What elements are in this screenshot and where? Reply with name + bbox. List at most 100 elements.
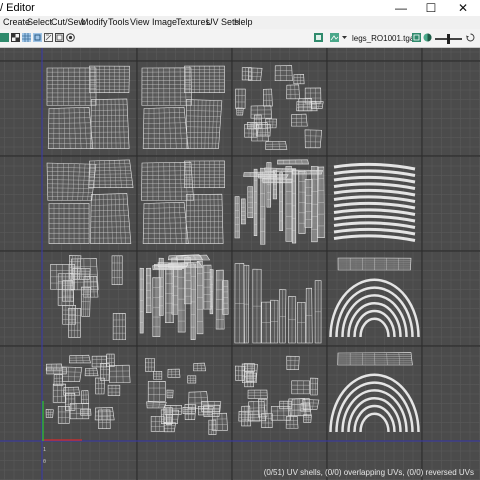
uv-shell <box>298 98 313 112</box>
uv-shell <box>243 264 250 344</box>
uv-shell <box>193 362 207 372</box>
uv-viewport[interactable]: 0 1 (0/51) UV shells, (0/0) overlapping … <box>0 48 480 480</box>
uv-shell <box>252 268 262 344</box>
uv-shell <box>167 368 181 378</box>
isolate-icon[interactable] <box>44 33 53 42</box>
exposure-slider-handle[interactable] <box>447 34 450 44</box>
uv-shell <box>184 404 197 420</box>
uv-shell <box>157 262 189 267</box>
uv-shell <box>45 409 54 418</box>
uv-shell <box>106 353 115 367</box>
uv-shell <box>279 289 287 344</box>
uv-shell <box>296 301 306 344</box>
menu-textures[interactable]: Textures <box>176 17 210 27</box>
uv-shell <box>190 263 197 341</box>
dropdown-arrow-icon[interactable] <box>340 33 349 42</box>
uv-shell <box>81 286 91 317</box>
uv-shell <box>243 363 255 372</box>
menu-view[interactable]: View <box>130 17 149 27</box>
menu-cut-sew[interactable]: Cut/Sew <box>51 17 85 27</box>
reset-icon[interactable] <box>466 33 475 42</box>
uv-shell <box>80 408 92 416</box>
uv-shell <box>90 193 132 244</box>
axis-label-zero: 0 <box>43 459 47 465</box>
uv-shell <box>310 166 319 243</box>
close-button[interactable]: ✕ <box>448 0 478 16</box>
checker-icon[interactable] <box>11 33 20 42</box>
uv-shell <box>166 389 174 399</box>
uv-shell <box>47 107 94 149</box>
uv-shell <box>288 398 307 417</box>
grid-display-icon[interactable] <box>22 33 31 42</box>
uv-shell <box>222 280 229 315</box>
uv-shell <box>84 367 99 377</box>
texture-name[interactable]: legs_RO1001.tga <box>352 34 414 43</box>
uv-shell <box>274 65 293 82</box>
uv-shell <box>139 267 144 334</box>
uv-shell <box>196 260 204 335</box>
uv-shell <box>153 370 163 380</box>
dot-icon[interactable] <box>66 33 75 42</box>
uv-shell <box>288 296 297 344</box>
uv-tile-icon[interactable] <box>33 33 42 42</box>
image-toggle-icon[interactable] <box>0 33 9 42</box>
uv-shell <box>333 175 416 184</box>
uv-shell <box>333 208 416 216</box>
uv-shell <box>277 159 309 165</box>
uv-shell <box>347 396 402 433</box>
uv-shell <box>333 195 416 203</box>
uv-shell <box>333 182 416 190</box>
uv-shell <box>304 129 323 149</box>
uv-shell <box>347 301 402 338</box>
menu-select[interactable]: Select <box>27 17 52 27</box>
uv-shell <box>91 355 107 368</box>
uv-shell <box>146 401 167 409</box>
uv-shell <box>310 377 319 396</box>
uv-shell <box>333 169 416 177</box>
uv-shell <box>253 168 258 237</box>
uv-shell <box>68 354 91 364</box>
snap-icon[interactable] <box>55 33 64 42</box>
uv-shell <box>286 355 300 370</box>
uv-shell <box>144 358 156 372</box>
uv-shell <box>90 98 130 149</box>
menu-tools[interactable]: Tools <box>108 17 129 27</box>
uv-shell <box>89 65 130 94</box>
uv-shell <box>286 84 300 100</box>
minimize-button[interactable]: — <box>386 0 416 16</box>
uv-shell <box>185 99 223 149</box>
uv-shell <box>187 375 197 384</box>
menu-create[interactable]: Create <box>3 17 30 27</box>
uv-layout-canvas[interactable] <box>0 48 480 480</box>
uv-shell <box>70 258 99 291</box>
uv-shell <box>337 257 412 271</box>
uv-shell <box>333 227 416 236</box>
uv-shell <box>111 255 123 285</box>
uv-shell <box>48 203 90 244</box>
uv-shell <box>107 384 121 396</box>
menu-modify[interactable]: Modify <box>81 17 108 27</box>
menu-image[interactable]: Image <box>152 17 177 27</box>
uv-shell <box>337 352 413 366</box>
texture-display-icon[interactable] <box>314 33 323 42</box>
menu-help[interactable]: Help <box>234 17 253 27</box>
maximize-button[interactable]: ☐ <box>416 0 446 16</box>
uv-shell <box>95 377 106 395</box>
uv-shell <box>240 198 246 225</box>
uv-shell <box>147 381 166 402</box>
uv-shell <box>341 294 408 338</box>
uv-shell <box>241 67 252 81</box>
uv-shell <box>333 234 416 242</box>
uv-shell <box>234 365 246 381</box>
exposure-icon[interactable] <box>412 33 421 42</box>
uv-shell <box>234 196 240 239</box>
uv-shell <box>142 201 189 244</box>
gamma-icon[interactable] <box>423 33 432 42</box>
uv-shell <box>145 267 152 314</box>
uv-shell <box>333 221 416 229</box>
uv-shell <box>291 113 308 127</box>
uv-shell <box>184 160 225 188</box>
uv-shell <box>264 167 296 173</box>
uv-shell <box>175 254 211 261</box>
uv-shell <box>333 201 416 210</box>
